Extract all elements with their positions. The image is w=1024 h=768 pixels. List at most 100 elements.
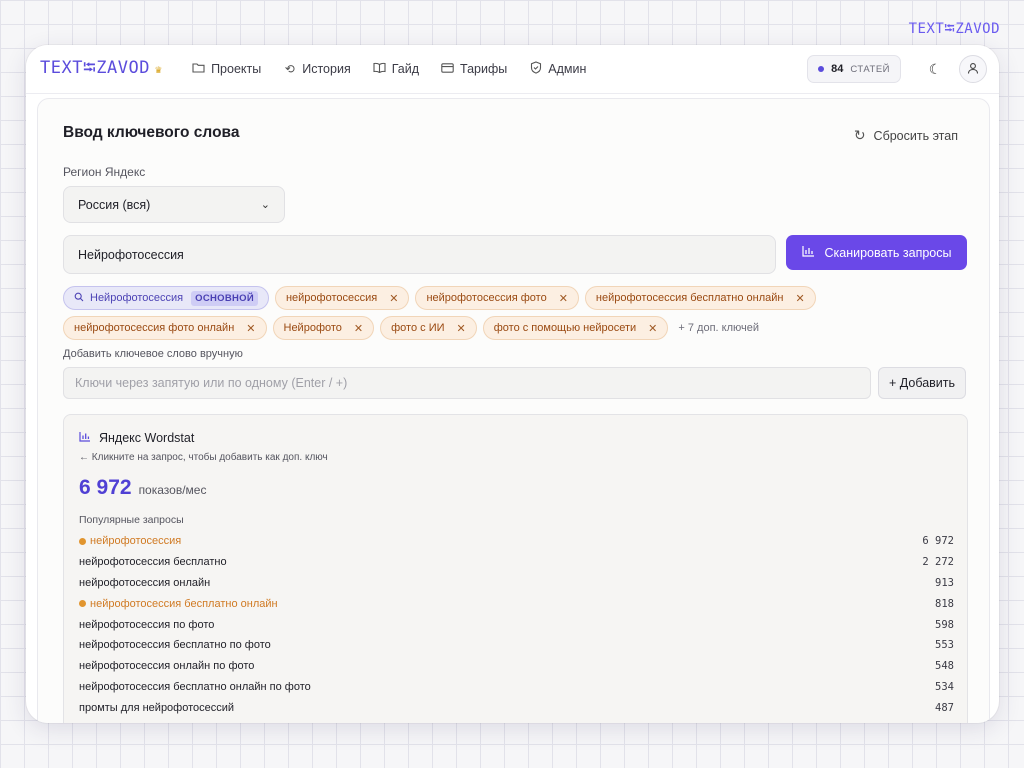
close-icon[interactable]: ✕ [246,322,255,335]
query-row[interactable]: нейрофотосессия бесплатно по фото 553 [79,635,954,656]
query-row[interactable]: нейрофотосессия бесплатно 2 272 [79,552,954,573]
query-count: 913 [935,576,954,589]
close-icon[interactable]: ✕ [648,322,657,335]
keyword-tag[interactable]: нейрофотосессия ✕ [274,286,410,310]
keyword-tag[interactable]: нейрофотосессия бесплатно онлайн ✕ [584,286,816,310]
manual-keyword-label: Добавить ключевое слово вручную [63,348,243,360]
selected-dot-icon [79,600,86,608]
tag-label: фото с помощью нейросети [493,322,637,334]
query-row[interactable]: нейрофотосессия бесплатно онлайн 818 [79,593,954,614]
wordstat-title: Яндекс Wordstat [99,431,195,445]
keyword-tag[interactable]: фото с помощью нейросети ✕ [482,316,669,340]
wordstat-total: 6 972 показов/мес [79,476,206,500]
keyword-tag[interactable]: Нейрофото ✕ [272,316,375,340]
manual-placeholder: Ключи через запятую или по одному (Enter… [75,376,348,390]
query-row[interactable]: промты для нейрофотосессий 487 [79,697,954,718]
selected-dot-icon [79,537,86,545]
crown-icon: ♛ [154,62,163,76]
close-icon[interactable]: ✕ [354,322,363,335]
query-row[interactable]: нейрофотосессия по фото 598 [79,614,954,635]
total-impressions: 6 972 [79,476,132,499]
query-count: 548 [935,660,954,673]
region-label: Регион Яндекс [63,165,146,179]
query-cell: нейрофотосессия бесплатно онлайн [79,598,278,610]
query-cell: нейрофотосессия онлайн [79,577,210,589]
scan-queries-button[interactable]: Сканировать запросы [786,235,967,270]
keyword-panel: Ввод ключевого слова ↻ Сбросить этап Рег… [37,98,990,723]
query-row[interactable]: нейрофотосессия 6 972 [79,531,954,552]
keyword-value: Нейрофотосессия [78,247,184,262]
nav-item-guide[interactable]: Гайд [373,61,419,77]
query-count: 6 972 [922,535,954,548]
close-icon[interactable]: ✕ [389,292,398,305]
theme-toggle-button[interactable]: ☾ [921,55,949,83]
keyword-input[interactable]: Нейрофотосессия [63,235,776,274]
query-text: промты для нейрофотосессий [79,701,235,714]
wordstat-header: Яндекс Wordstat [79,431,194,445]
nav-item-tariffs[interactable]: Тарифы [441,61,507,77]
more-keys-count[interactable]: + 7 доп. ключей [678,322,759,334]
query-text: нейрофотосессия бесплатно по фото [79,639,271,652]
query-text: нейрофотосессия онлайн по фото [79,660,255,673]
nav-item-projects[interactable]: Проекты [192,61,261,77]
tag-label: нейрофотосессия фото онлайн [74,322,235,334]
popular-queries-label: Популярные запросы [79,514,184,526]
query-count: 487 [935,701,954,714]
tag-label: нейрофотосессия фото [426,292,547,304]
query-cell: нейрофотосессия бесплатно по фото [79,639,271,651]
keyword-tag[interactable]: нейрофотосессия фото онлайн ✕ [63,316,267,340]
query-text: нейрофотосессия [90,535,182,548]
bar-chart-icon [801,245,815,260]
region-value: Россия (вся) [78,197,151,212]
wordstat-card: Яндекс Wordstat ← Кликните на запрос, чт… [63,414,968,723]
search-icon [74,292,84,305]
user-menu-button[interactable] [959,55,987,83]
query-count: 818 [935,597,954,610]
corner-logo: TEXT⭾ZAVOD [908,21,1000,37]
tag-label: фото с ИИ [391,322,445,334]
tag-row: Нейрофотосессия ОСНОВНОЙ нейрофотосессия… [63,286,973,310]
total-unit: показов/мес [138,483,207,497]
query-text: нейрофотосессия бесплатно [79,556,227,569]
nav-label: Админ [548,62,587,76]
close-icon[interactable]: ✕ [457,322,466,335]
keyword-tag[interactable]: нейрофотосессия фото ✕ [415,286,579,310]
nav-label: Проекты [211,62,262,76]
scan-label: Сканировать запросы [824,245,952,260]
nav-item-admin[interactable]: Админ [529,61,586,77]
query-cell: нейрофотосессия бесплатно [79,556,227,568]
card-icon [441,62,454,76]
region-select[interactable]: Россия (вся) ⌄ [63,186,285,223]
credits-count: 84 [831,63,844,75]
query-count: 534 [935,680,954,693]
moon-icon: ☾ [928,60,942,77]
primary-keyword-tag[interactable]: Нейрофотосессия ОСНОВНОЙ [63,286,269,310]
query-row[interactable]: нейрофотосессия онлайн 913 [79,573,954,594]
query-cell: нейрофотосессия бесплатно онлайн по фото [79,681,311,693]
keyword-tags: Нейрофотосессия ОСНОВНОЙ нейрофотосессия… [63,286,973,346]
close-icon[interactable]: ✕ [559,292,568,305]
user-icon [967,62,979,77]
header-right: 84 СТАТЕЙ ☾ [807,55,987,83]
tag-label: Нейрофотосессия [90,292,184,304]
reset-stage-button[interactable]: ↻ Сбросить этап [854,127,958,144]
nav-label: Гайд [391,62,420,76]
keyword-tag[interactable]: фото с ИИ ✕ [380,316,477,340]
book-icon [373,62,386,76]
query-cell: нейрофотосессия онлайн по фото [79,660,254,672]
app-logo[interactable]: TEXT⭾ZAVOD ♛ [40,55,162,84]
query-text: нейрофотосессия онлайн [79,576,211,589]
query-count: 553 [935,639,954,652]
add-keyword-button[interactable]: + Добавить [878,367,966,399]
query-text: нейрофотосессия бесплатно онлайн по фото [79,680,311,693]
folder-icon [192,62,205,76]
close-icon[interactable]: ✕ [796,292,805,305]
bar-chart-icon [79,431,91,445]
manual-keyword-input[interactable]: Ключи через запятую или по одному (Enter… [63,367,871,399]
credits-counter[interactable]: 84 СТАТЕЙ [807,55,901,83]
query-row[interactable]: нейрофотосессия онлайн по фото 548 [79,656,954,677]
tag-label: нейрофотосессия бесплатно онлайн [595,292,784,304]
query-row[interactable]: нейрофотосессия бесплатно онлайн по фото… [79,677,954,698]
credits-label: СТАТЕЙ [850,63,890,75]
nav-item-history[interactable]: ⟲ История [283,61,351,77]
